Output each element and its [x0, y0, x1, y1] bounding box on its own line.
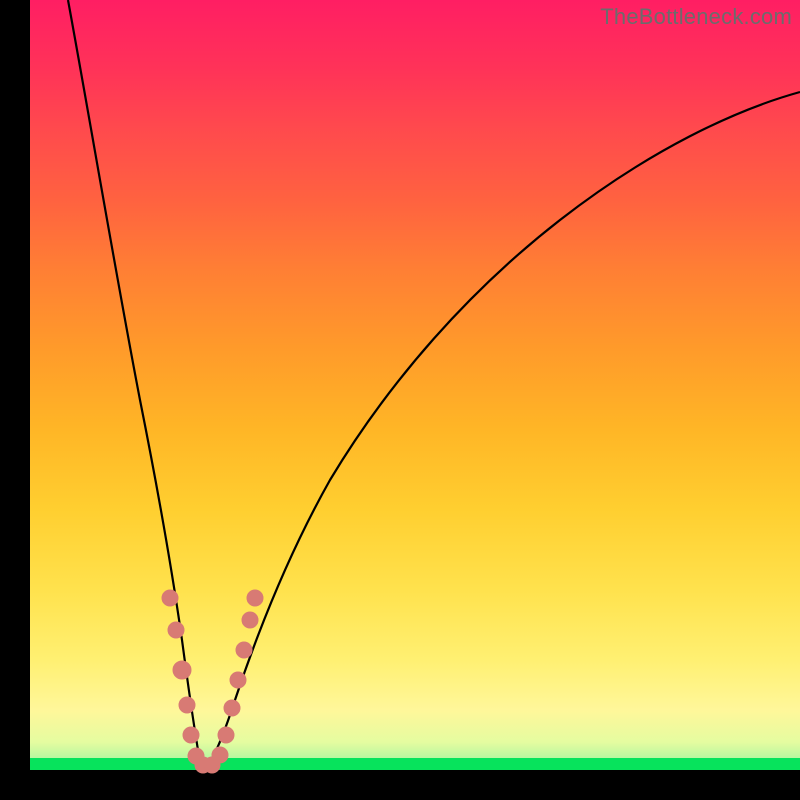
marker-dots [162, 590, 263, 773]
bottleneck-curve [30, 0, 800, 770]
chart-frame: TheBottleneck.com [0, 0, 800, 800]
plot-area: TheBottleneck.com [30, 0, 800, 770]
curve-left [68, 0, 205, 768]
curve-right [205, 92, 800, 768]
